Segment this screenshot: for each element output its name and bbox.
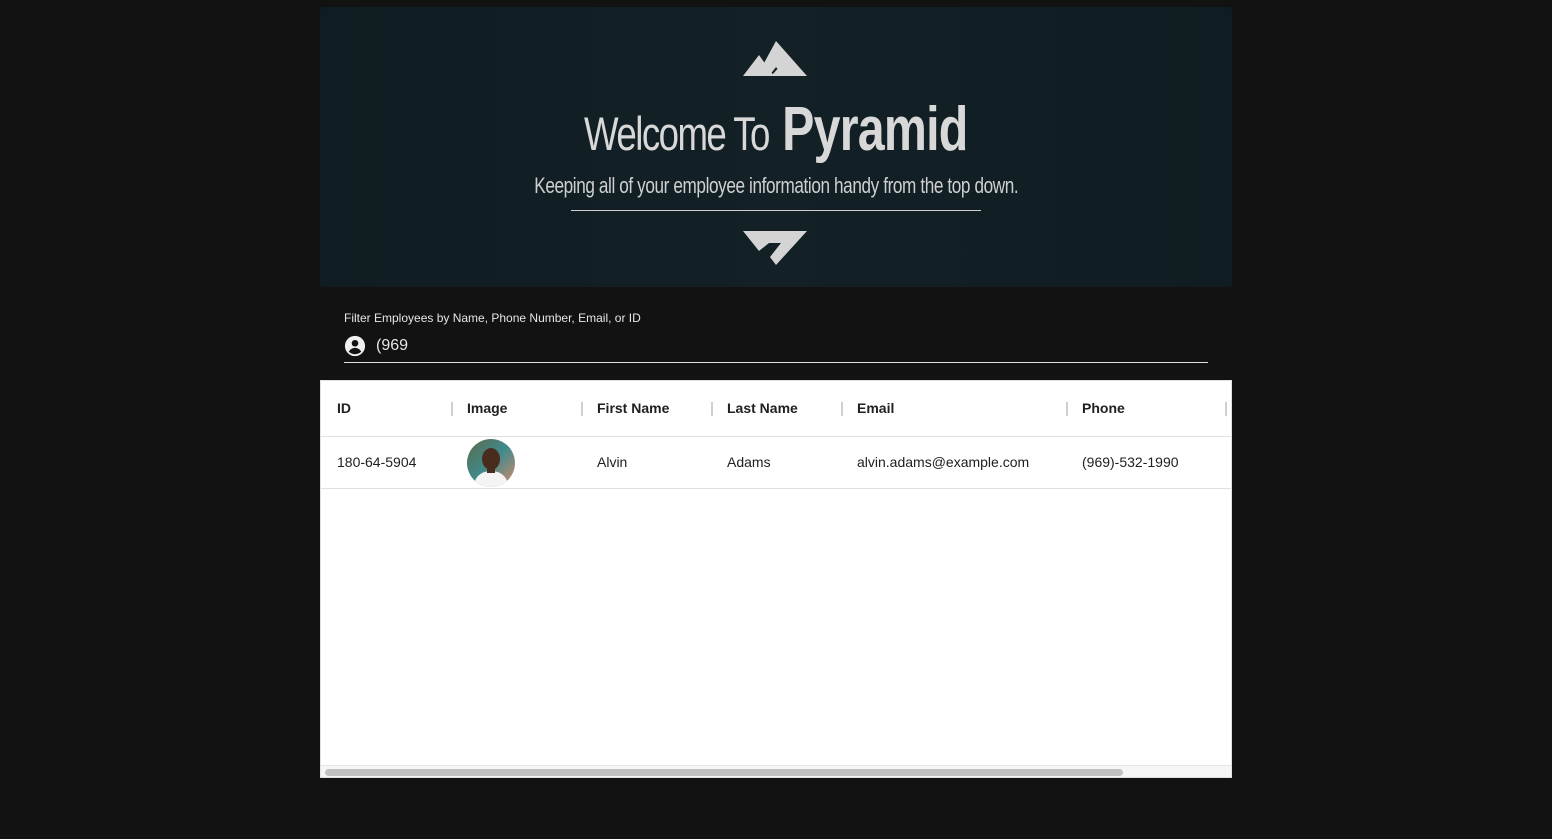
column-header-image[interactable]: Image (467, 381, 507, 436)
hero-subtitle-text: Keeping all of your employee information… (533, 173, 1019, 198)
pyramid-logo-icon (743, 41, 807, 76)
cell-id: 180-64-5904 (337, 454, 417, 470)
hero-title: Welcome To Pyramid (320, 95, 1232, 165)
column-header-last-name[interactable]: Last Name (727, 381, 798, 436)
scrollbar-thumb[interactable] (325, 769, 1123, 776)
account-circle-icon (344, 335, 366, 357)
column-resize-handle[interactable] (581, 402, 583, 416)
hero-brand-text: Pyramid (782, 95, 968, 164)
app-container: Welcome To Pyramid Keeping all of your e… (320, 7, 1232, 778)
cell-last-name: Adams (727, 454, 771, 470)
hero-banner: Welcome To Pyramid Keeping all of your e… (320, 7, 1232, 287)
column-header-first-name[interactable]: First Name (597, 381, 669, 436)
cell-email: alvin.adams@example.com (857, 454, 1030, 470)
column-resize-handle[interactable] (1066, 402, 1068, 416)
avatar (467, 439, 515, 487)
table-row[interactable]: 180-64-5904 Alvin Adams alvin.adams@exam… (321, 437, 1231, 489)
filter-label: Filter Employees by Name, Phone Number, … (344, 311, 641, 325)
column-header-phone[interactable]: Phone (1082, 381, 1125, 436)
column-resize-handle[interactable] (1225, 402, 1227, 416)
filter-field[interactable] (344, 330, 1208, 363)
column-header-id[interactable]: ID (337, 381, 351, 436)
filter-section: Filter Employees by Name, Phone Number, … (344, 311, 1208, 363)
hero-subtitle: Keeping all of your employee information… (320, 173, 1232, 199)
pyramid-logo-inverted-icon (743, 231, 807, 265)
hero-welcome-text: Welcome To (584, 107, 770, 160)
hero-divider (571, 210, 981, 211)
column-resize-handle[interactable] (711, 402, 713, 416)
employee-table: ID Image First Name Last Name Email Phon… (320, 380, 1232, 778)
column-resize-handle[interactable] (841, 402, 843, 416)
cell-first-name: Alvin (597, 454, 628, 470)
column-resize-handle[interactable] (451, 402, 453, 416)
avatar-photo-icon (467, 439, 515, 487)
cell-phone: (969)-532-1990 (1082, 454, 1179, 470)
filter-input[interactable] (376, 334, 1196, 358)
horizontal-scrollbar[interactable] (321, 765, 1231, 777)
column-header-email[interactable]: Email (857, 381, 894, 436)
table-header: ID Image First Name Last Name Email Phon… (321, 381, 1231, 437)
